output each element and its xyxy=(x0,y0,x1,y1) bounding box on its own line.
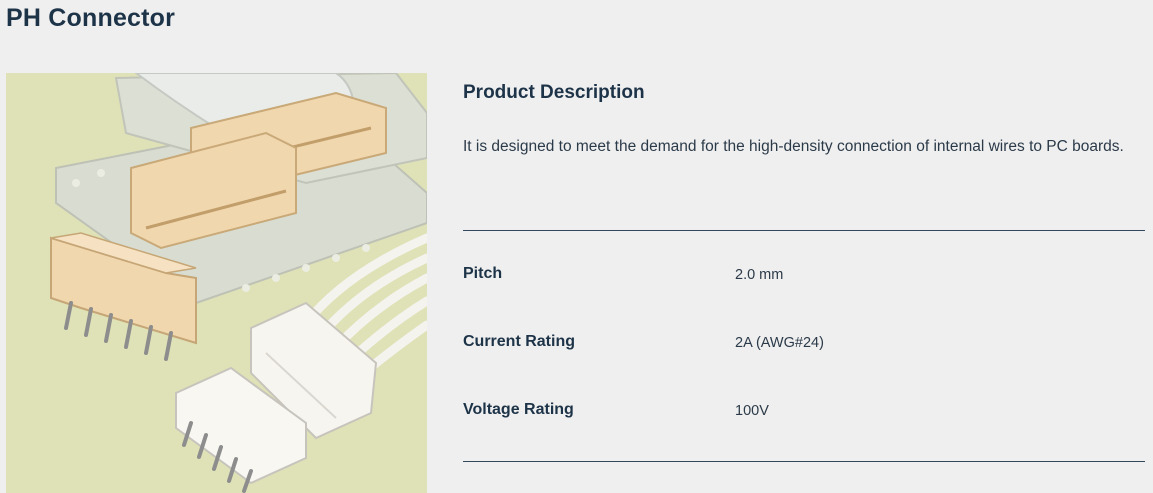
spec-row-voltage-rating: Voltage Rating 100V xyxy=(463,401,1145,425)
spec-value-current-rating: 2A (AWG#24) xyxy=(735,335,824,351)
spec-row-current-rating: Current Rating 2A (AWG#24) xyxy=(463,333,1145,357)
spec-value-pitch: 2.0 mm xyxy=(735,267,784,283)
divider-top xyxy=(463,230,1145,231)
spec-label-voltage-rating: Voltage Rating xyxy=(463,401,574,418)
product-description-text: It is designed to meet the demand for th… xyxy=(463,138,1124,155)
spec-value-voltage-rating: 100V xyxy=(735,403,769,419)
spec-label-pitch: Pitch xyxy=(463,265,503,282)
product-description-heading: Product Description xyxy=(463,82,645,103)
page-title: PH Connector xyxy=(6,4,176,32)
divider-bottom xyxy=(463,461,1145,462)
spec-label-current-rating: Current Rating xyxy=(463,333,575,350)
product-image xyxy=(6,73,427,493)
spec-row-pitch: Pitch 2.0 mm xyxy=(463,265,1145,289)
product-details: Product Description It is designed to me… xyxy=(463,82,1145,462)
